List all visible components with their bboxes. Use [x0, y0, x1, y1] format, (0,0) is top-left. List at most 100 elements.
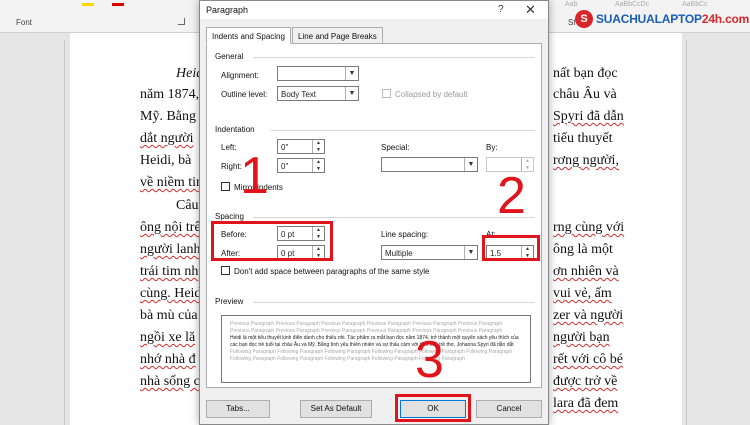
- dialog-titlebar[interactable]: Paragraph ? ✕: [200, 1, 548, 19]
- chevron-down-icon: ▼: [345, 87, 358, 100]
- doc-line: ngồi xe lă: [140, 330, 196, 345]
- tab-label: Indents and Spacing: [212, 32, 285, 41]
- doc-line-right: rơng người,: [553, 153, 619, 168]
- chevron-down-icon: ▼: [345, 67, 358, 80]
- indents-spacing-panel: General Alignment: ▼ Outline level: Body…: [206, 43, 542, 388]
- special-label: Special:: [381, 143, 410, 152]
- collapsed-label: Collapsed by default: [395, 90, 468, 99]
- doc-line-right: rng cùng với: [553, 220, 625, 235]
- doc-line-right: châu Âu và: [553, 87, 617, 102]
- doc-line: Câu: [176, 198, 199, 213]
- logo-text: SUACHUALAPTOP24h.com: [596, 12, 749, 26]
- help-icon[interactable]: ?: [498, 4, 504, 15]
- step-1-marker: 1: [240, 147, 269, 205]
- doc-line: nhớ nhà đ: [140, 352, 196, 367]
- doc-line: Heidi, bà: [140, 153, 192, 168]
- preview-previous-paragraph: Previous Paragraph Previous Paragraph Pr…: [230, 321, 503, 334]
- doc-line-right: tiểu thuyết: [553, 131, 613, 146]
- chevron-down-icon: ▼: [464, 158, 477, 171]
- outline-level-label: Outline level:: [221, 90, 268, 99]
- left-indent-label: Left:: [221, 143, 237, 152]
- doc-line: nhà sống c: [140, 374, 200, 389]
- section-divider: [253, 57, 535, 58]
- doc-line-right: ông là một: [553, 242, 613, 257]
- ok-button-highlight: [395, 394, 471, 422]
- dont-add-space-label: Don't add space between paragraphs of th…: [234, 267, 430, 276]
- logo-mark-icon: S: [575, 10, 593, 28]
- right-indent-label: Right:: [221, 162, 242, 171]
- collapsed-checkbox[interactable]: [382, 89, 391, 98]
- right-indent-value: 0": [281, 162, 289, 171]
- font-color-swatch[interactable]: [112, 3, 124, 6]
- left-indent-stepper[interactable]: 0" ▲ ▼: [277, 139, 325, 154]
- doc-line-right: Spyri đã dẫn: [553, 109, 624, 124]
- style-preview[interactable]: Aab: [565, 1, 577, 8]
- doc-line-right: ơn nhiên và: [553, 264, 619, 279]
- mirror-indents-checkbox[interactable]: [221, 182, 230, 191]
- logo-text-part1: SUACHUALAPTOP: [596, 12, 702, 26]
- right-indent-stepper[interactable]: 0" ▲ ▼: [277, 158, 325, 173]
- outline-level-select[interactable]: Body Text ▼: [277, 86, 359, 101]
- line-spacing-at-highlight: [482, 235, 540, 261]
- tabs-button[interactable]: Tabs...: [206, 400, 270, 418]
- doc-line: dắt người: [140, 131, 194, 146]
- set-as-default-button[interactable]: Set As Default: [300, 400, 372, 418]
- spacing-before-after-highlight: [211, 221, 333, 261]
- highlight-color-swatch[interactable]: [82, 3, 94, 6]
- font-group-label: Font: [16, 18, 33, 27]
- spin-buttons[interactable]: ▲ ▼: [312, 159, 324, 172]
- doc-line: trái tim nh: [140, 264, 199, 279]
- general-header: General: [215, 52, 244, 61]
- doc-line: người lanh: [140, 242, 201, 257]
- alignment-select[interactable]: ▼: [277, 66, 359, 81]
- spin-down-icon[interactable]: ▼: [313, 147, 324, 154]
- font-dialog-launcher-icon[interactable]: [178, 18, 185, 25]
- section-divider: [253, 302, 535, 303]
- preview-sample-text: Heidi là một tiểu thuyết kinh điển dành …: [230, 335, 519, 348]
- section-divider: [271, 130, 535, 131]
- doc-line-right: vui vẻ, ấm: [553, 286, 612, 301]
- style-preview[interactable]: AaBbCcDc: [615, 1, 649, 8]
- left-margin-guide: [64, 40, 65, 425]
- step-2-marker: 2: [497, 167, 526, 225]
- doc-line: năm 1874,: [140, 87, 200, 102]
- preview-following-paragraph: Following Paragraph Following Paragraph …: [230, 349, 513, 362]
- doc-line: Mỹ. Bằng: [140, 109, 196, 124]
- spin-buttons[interactable]: ▲ ▼: [312, 140, 324, 153]
- doc-line: bà mù của: [140, 308, 198, 323]
- outline-level-value: Body Text: [281, 90, 316, 99]
- doc-line-right: lara đã đem: [553, 396, 619, 411]
- doc-line-right: được trở về: [553, 374, 618, 389]
- paragraph-preview: Previous Paragraph Previous Paragraph Pr…: [221, 315, 531, 383]
- spin-down-icon[interactable]: ▼: [313, 166, 324, 173]
- step-3-marker: 3: [415, 331, 444, 389]
- indentation-header: Indentation: [215, 125, 255, 134]
- dont-add-space-checkbox[interactable]: [221, 266, 230, 275]
- right-margin-guide: [686, 40, 687, 425]
- doc-line-right: zer và người: [553, 308, 624, 323]
- doc-line-right: nất bạn đọc: [553, 66, 618, 81]
- section-divider: [253, 217, 535, 218]
- preview-header: Preview: [215, 297, 244, 306]
- doc-line-right: người bạn: [553, 330, 610, 345]
- line-spacing-select[interactable]: Multiple ▼: [381, 245, 478, 260]
- tab-line-and-page-breaks[interactable]: Line and Page Breaks: [292, 27, 383, 44]
- doc-line: ông nội trê: [140, 220, 201, 235]
- doc-line-right: rết với cô bé: [553, 352, 623, 367]
- logo-text-part2: 24h.com: [701, 12, 750, 26]
- cancel-button[interactable]: Cancel: [476, 400, 542, 418]
- special-select[interactable]: ▼: [381, 157, 478, 172]
- close-icon[interactable]: ✕: [525, 2, 536, 18]
- tab-label: Line and Page Breaks: [298, 32, 377, 41]
- dialog-title: Paragraph: [206, 5, 249, 15]
- alignment-label: Alignment:: [221, 71, 259, 80]
- line-spacing-label: Line spacing:: [381, 230, 429, 239]
- left-indent-value: 0": [281, 143, 289, 152]
- doc-line: về niềm tin: [140, 175, 203, 190]
- brand-logo: S SUACHUALAPTOP24h.com: [575, 8, 750, 30]
- style-preview[interactable]: AaBbCc: [682, 1, 708, 8]
- chevron-down-icon: ▼: [464, 246, 477, 259]
- doc-line: cùng. Heid: [140, 286, 202, 301]
- spacing-header: Spacing: [215, 212, 244, 221]
- tab-indents-and-spacing[interactable]: Indents and Spacing: [206, 27, 291, 44]
